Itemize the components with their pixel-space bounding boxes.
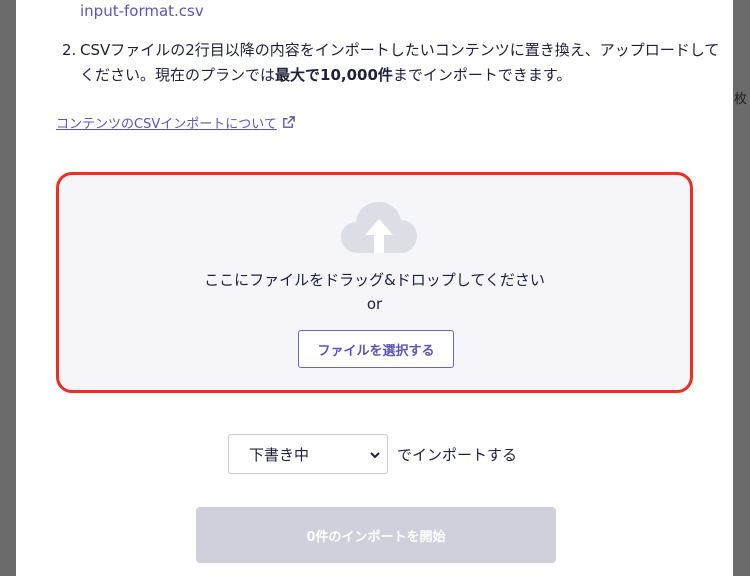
chevron-down-icon (370, 452, 380, 459)
cloud-upload-icon (341, 202, 417, 253)
step-text: CSVファイルの2行目以降の内容をインポートしたいコンテンツに置き換え、アップロ… (80, 38, 720, 88)
step-number: 2. (62, 41, 77, 59)
step-text-limit: 最大で10,000件 (275, 66, 393, 84)
csv-import-modal: input-format.csv 2. CSVファイルの2行目以降の内容をインポ… (16, 0, 733, 576)
import-status-suffix: でインポートする (397, 446, 518, 464)
dropzone-instruction: ここにファイルをドラッグ&ドロップしてください (204, 271, 545, 289)
status-select-value: 下書き中 (249, 445, 310, 464)
step-text-after: までインポートできます。 (392, 66, 572, 84)
background-text: 枚 (734, 92, 748, 107)
format-file-name[interactable]: input-format.csv (80, 2, 204, 20)
file-dropzone[interactable]: ここにファイルをドラッグ&ドロップしてください or ファイルを選択する (56, 172, 693, 393)
select-file-button[interactable]: ファイルを選択する (298, 330, 454, 368)
start-import-button[interactable]: 0件のインポートを開始 (196, 507, 556, 563)
csv-import-help-link[interactable]: コンテンツのCSVインポートについて (56, 113, 296, 132)
dropzone-or: or (366, 295, 383, 313)
help-link-label: コンテンツのCSVインポートについて (56, 117, 277, 132)
external-link-icon (282, 116, 295, 128)
import-status-select[interactable]: 下書き中 (228, 434, 388, 474)
